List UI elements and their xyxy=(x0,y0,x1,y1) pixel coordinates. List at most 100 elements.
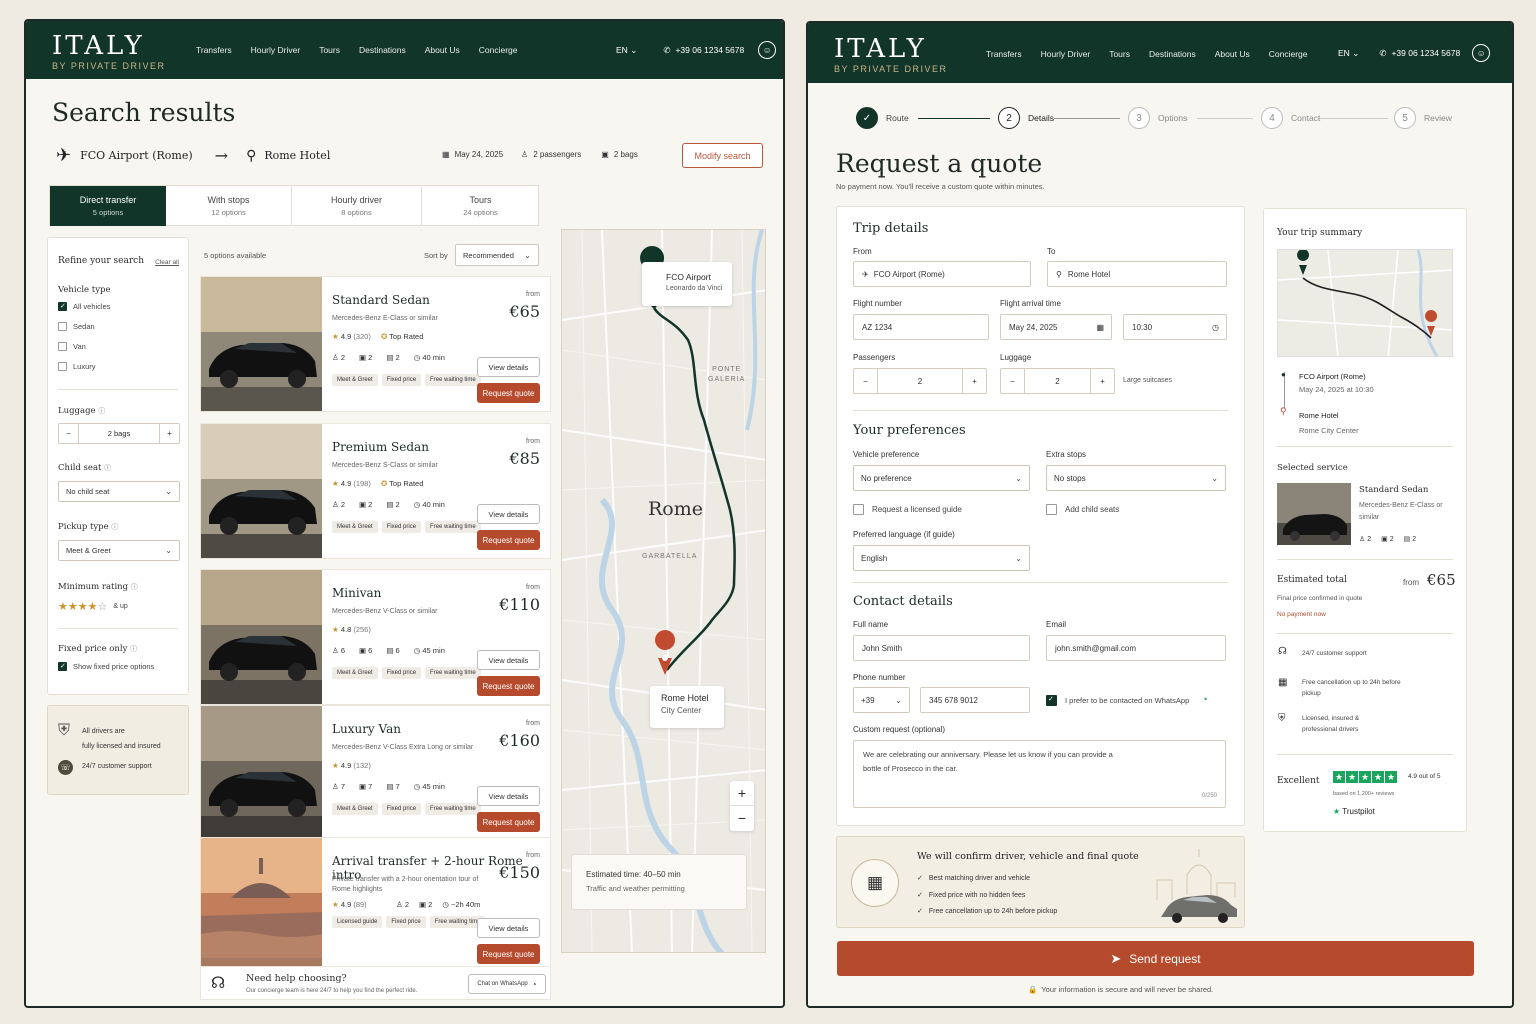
nav-link-destinations[interactable]: Destinations xyxy=(1149,49,1196,59)
minus-button[interactable]: − xyxy=(1001,369,1025,393)
licensed-guide-checkbox[interactable]: Request a licensed guide xyxy=(853,504,962,515)
request-quote-button[interactable]: Request quote xyxy=(477,812,540,832)
sort-select[interactable]: Recommended ⌄ xyxy=(455,244,539,266)
to-input[interactable]: ⚲ Rome Hotel xyxy=(1047,261,1227,287)
nav-link-about[interactable]: About Us xyxy=(1215,49,1250,59)
plus-button[interactable]: + xyxy=(159,424,179,443)
phone-icon: ✆ xyxy=(1379,47,1387,58)
chevron-down-icon: ⌄ xyxy=(895,695,902,705)
zoom-controls: + − xyxy=(730,781,754,831)
star-icon: ★★★★ xyxy=(58,601,98,613)
summary-map[interactable] xyxy=(1277,249,1453,357)
fixed-price-checkbox[interactable]: Show fixed price options xyxy=(58,662,154,671)
tab-hourly-driver[interactable]: Hourly driver 8 options xyxy=(291,186,421,226)
tab-tours[interactable]: Tours 24 options xyxy=(421,186,539,226)
view-details-button[interactable]: View details xyxy=(477,918,540,938)
step-options[interactable]: 3 Options xyxy=(1128,107,1187,129)
rating-stars[interactable]: ★★★★ ☆ & up xyxy=(58,600,128,613)
step-details[interactable]: 2 Details xyxy=(998,107,1054,129)
step-review[interactable]: 5 Review xyxy=(1394,107,1452,129)
clock-icon: ◷ xyxy=(413,500,421,509)
calendar-icon: ▦ xyxy=(1096,322,1104,332)
view-details-button[interactable]: View details xyxy=(477,786,540,806)
nav-link-destinations[interactable]: Destinations xyxy=(359,45,406,55)
flight-number-input[interactable]: AZ 1234 xyxy=(853,314,989,340)
result-card[interactable]: Minivan Mercedes-Benz V-Class or similar… xyxy=(200,569,551,705)
request-quote-button[interactable]: Request quote xyxy=(477,383,540,403)
tab-direct-transfer[interactable]: Direct transfer 5 options xyxy=(50,186,166,226)
result-card[interactable]: Standard Sedan Mercedes-Benz E-Class or … xyxy=(200,276,551,412)
arrival-date-input[interactable]: May 24, 2025 ▦ xyxy=(1000,314,1112,340)
vehicle-sedan-checkbox[interactable]: Sedan xyxy=(58,322,111,331)
language-selector[interactable]: EN ⌄ xyxy=(1338,48,1359,59)
zoom-in-button[interactable]: + xyxy=(730,781,754,806)
request-quote-button[interactable]: Request quote xyxy=(477,676,540,696)
vehicle-van-checkbox[interactable]: Van xyxy=(58,342,111,351)
tab-with-stops[interactable]: With stops 12 options xyxy=(166,186,291,226)
step-contact[interactable]: 4 Contact xyxy=(1261,107,1320,129)
phone-number[interactable]: +39 06 1234 5678 xyxy=(1391,48,1460,58)
plus-button[interactable]: + xyxy=(962,369,986,393)
child-seat-select[interactable]: No child seat ⌄ xyxy=(58,481,180,502)
child-seats-checkbox[interactable]: Add child seats xyxy=(1046,504,1119,515)
user-icon[interactable]: ☺ xyxy=(1472,44,1491,62)
trip-details-title: Trip details xyxy=(853,221,929,236)
language-selector[interactable]: EN ⌄ xyxy=(616,45,637,56)
from-input[interactable]: ✈ FCO Airport (Rome) xyxy=(853,261,1031,287)
language-select[interactable]: English ⌄ xyxy=(853,545,1030,571)
full-name-input[interactable]: John Smith xyxy=(853,635,1030,661)
logo[interactable]: ITALY BY PRIVATE DRIVER xyxy=(834,36,948,74)
user-icon[interactable]: ☺ xyxy=(758,41,777,59)
luggage-stepper: − 2 + xyxy=(1000,368,1115,394)
route-map[interactable]: ✈ FCO Airport Leonardo da Vinci PONTEGAL… xyxy=(561,229,766,953)
vehicle-luxury-checkbox[interactable]: Luxury xyxy=(58,362,111,371)
whatsapp-checkbox[interactable]: I prefer to be contacted on WhatsApp◔ xyxy=(1046,694,1208,706)
chat-whatsapp-button[interactable]: Chat on WhatsApp ◔ xyxy=(468,974,546,994)
plus-button[interactable]: + xyxy=(1090,369,1114,393)
view-details-button[interactable]: View details xyxy=(477,357,540,377)
extra-stops-select[interactable]: No stops ⌄ xyxy=(1046,465,1226,491)
email-input[interactable]: john.smith@gmail.com xyxy=(1046,635,1226,661)
result-card[interactable]: Arrival transfer + 2-hour Rome intro Pri… xyxy=(200,837,551,973)
nav-link-transfers[interactable]: Transfers xyxy=(196,45,232,55)
phone-input[interactable]: 345 678 9012 xyxy=(920,687,1030,713)
country-code-select[interactable]: +39 ⌄ xyxy=(853,687,910,713)
result-tags: Meet & Greet Fixed price Free waiting time xyxy=(332,803,482,815)
modify-search-button[interactable]: Modify search xyxy=(682,143,763,168)
minus-button[interactable]: − xyxy=(59,424,79,443)
result-card[interactable]: Premium Sedan Mercedes-Benz S-Class or s… xyxy=(200,423,551,559)
logo[interactable]: ITALY BY PRIVATE DRIVER xyxy=(52,33,166,71)
nav-link-about[interactable]: About Us xyxy=(425,45,460,55)
vehicle-all-checkbox[interactable]: All vehicles xyxy=(58,302,111,311)
request-quote-button[interactable]: Request quote xyxy=(477,530,540,550)
arrival-time-input[interactable]: 10:30 ◷ xyxy=(1123,314,1227,340)
nav-link-concierge[interactable]: Concierge xyxy=(479,45,518,55)
view-details-button[interactable]: View details xyxy=(477,650,540,670)
step-route[interactable]: ✓ Route xyxy=(856,107,909,129)
result-card[interactable]: Luxury Van Mercedes-Benz V-Class Extra L… xyxy=(200,705,551,841)
quote-form: Trip details From ✈ FCO Airport (Rome) To… xyxy=(836,206,1245,826)
phone-number[interactable]: +39 06 1234 5678 xyxy=(675,45,744,55)
nav-link-tours[interactable]: Tours xyxy=(1109,49,1130,59)
send-request-button[interactable]: ➤ Send request xyxy=(837,941,1474,976)
nav-link-transfers[interactable]: Transfers xyxy=(986,49,1022,59)
result-title: Premium Sedan xyxy=(332,440,429,454)
star-icon: ★ xyxy=(1333,807,1341,816)
request-quote-button[interactable]: Request quote xyxy=(477,944,540,964)
nav-link-hourly[interactable]: Hourly Driver xyxy=(1041,49,1091,59)
pickup-type-select[interactable]: Meet & Greet ⌄ xyxy=(58,540,180,561)
zoom-out-button[interactable]: − xyxy=(730,806,754,830)
nav-link-tours[interactable]: Tours xyxy=(319,45,340,55)
minus-button[interactable]: − xyxy=(854,369,878,393)
custom-request-textarea[interactable]: We are celebrating our anniversary. Plea… xyxy=(853,740,1226,808)
nav-link-hourly[interactable]: Hourly Driver xyxy=(251,45,301,55)
info-icon: ⓘ xyxy=(130,645,138,653)
feature-tag: Meet & Greet xyxy=(332,803,378,815)
nav-link-concierge[interactable]: Concierge xyxy=(1269,49,1308,59)
min-rating-label: Minimum rating ⓘ xyxy=(58,582,138,592)
result-specs: ♙ 2 ▣ 2 ◷ ~2h 40m xyxy=(396,900,481,909)
vehicle-preference-select[interactable]: No preference ⌄ xyxy=(853,465,1030,491)
view-details-button[interactable]: View details xyxy=(477,504,540,524)
clear-all-link[interactable]: Clear all xyxy=(155,259,179,266)
trustpilot-logo[interactable]: ★ Trustpilot xyxy=(1333,807,1375,816)
